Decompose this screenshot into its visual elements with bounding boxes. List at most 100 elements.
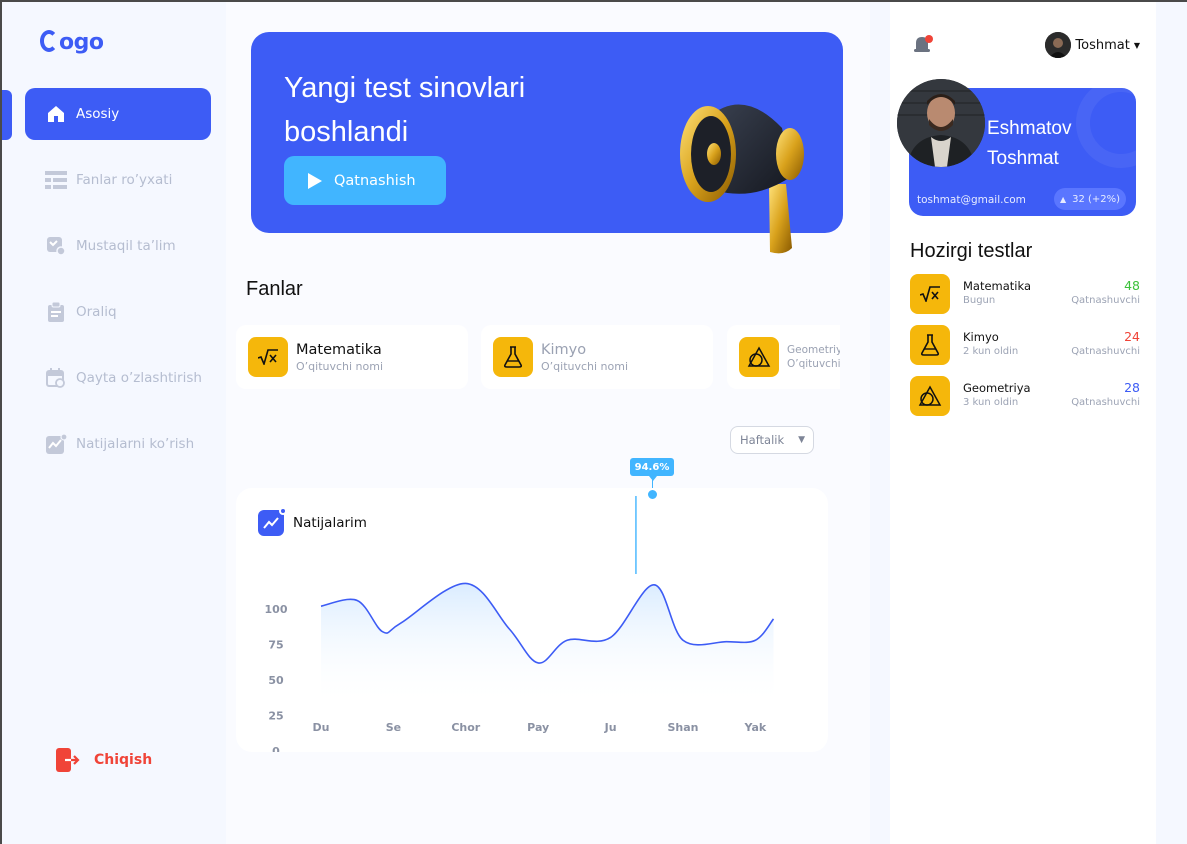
sqrt-icon [248,337,288,377]
clipboard-icon [45,301,67,323]
x-tick-label: Chor [451,721,480,734]
right-panel: Toshmat ▼ Eshmatov Toshmat toshmat@gmail… [890,2,1156,844]
sidebar-item-oraliq[interactable]: Oraliq [25,286,211,338]
subject-card-kimyo[interactable]: Kimyo O’qituvchi nomi [481,325,713,389]
main-content: Yangi test sinovlari boshlandi Qatnashis… [226,2,870,844]
y-tick-label: 100 [265,603,288,616]
y-tick-label: 0 [272,745,280,752]
active-indicator [2,90,12,140]
self-study-icon [45,235,67,257]
calendar-repeat-icon [45,367,67,389]
hero-title: Yangi test sinovlari boshlandi [284,72,526,148]
logo-mark-icon [40,30,58,52]
profile-name: Eshmatov Toshmat [987,114,1071,174]
home-icon [45,103,67,125]
y-tick-label: 75 [268,639,283,652]
logo-text: ogo [59,30,104,55]
test-count-label: Qatnashuvchi [1071,397,1140,408]
profile-score-badge: ▲ 32 (+2%) [1054,188,1126,210]
test-row-kimyo[interactable]: Kimyo 2 kun oldin 24 Qatnashuvchi [910,325,1140,365]
participate-button[interactable]: Qatnashish [284,156,446,205]
sidebar-item-label: Fanlar ro’yxati [76,172,173,188]
results-icon [45,433,67,455]
x-tick-label: Se [386,721,401,734]
subject-name: Kimyo [541,341,587,358]
x-tick-label: Yak [744,721,767,734]
subject-card-geometriya[interactable]: Geometriya O’qituvchi nomi [727,325,840,389]
subject-card-matematika[interactable]: Matematika O’qituvchi nomi [236,325,468,389]
highlight-point[interactable] [646,488,659,501]
user-menu[interactable]: Toshmat ▼ [1045,32,1140,58]
x-tick-label: Pay [527,721,549,734]
chevron-down-icon: ▼ [1133,40,1140,50]
x-tick-label: Shan [667,721,698,734]
sidebar-item-label: Qayta o’zlashtirish [76,370,202,386]
sidebar-item-label: Natijalarni ko’rish [76,436,195,452]
subject-name: Matematika [296,341,382,358]
test-count: 48 [1124,278,1140,293]
sidebar-item-natijalar[interactable]: Natijalarni ko’rish [25,418,211,470]
x-tick-label: Du [313,721,330,734]
test-count-label: Qatnashuvchi [1071,346,1140,357]
chart-tooltip: 94.6% [630,458,674,481]
avatar [1045,32,1072,58]
test-count: 24 [1124,329,1140,344]
profile-avatar [897,79,985,167]
period-select[interactable]: Haftalik ▼ [730,426,814,454]
list-icon [45,169,67,191]
y-tick-label: 25 [268,710,283,723]
x-tick-label: Ju [604,721,617,734]
subject-name: Geometriya [787,344,840,356]
sidebar-nav: Asosiy Fanlar ro’yxati Mustaqil ta’lim O… [25,88,211,484]
arrow-up-icon: ▲ [1059,194,1067,204]
profile-email: toshmat@gmail.com [917,194,1026,206]
username: Toshmat [1075,37,1130,53]
highlight-line-top [652,476,654,488]
logo[interactable]: ogo [40,30,104,55]
participate-button-label: Qatnashish [334,172,416,189]
megaphone-illustration [680,104,804,254]
test-name: Geometriya [963,381,1031,395]
test-date: 2 kun oldin [963,346,1019,357]
logout-icon [56,748,80,772]
geometry-icon [739,337,779,377]
sidebar-item-fanlar[interactable]: Fanlar ro’yxati [25,154,211,206]
profile-first-name: Eshmatov [987,118,1072,139]
period-select-value: Haftalik [740,433,785,447]
sqrt-icon [910,274,950,314]
chevron-down-icon: ▼ [798,435,806,445]
flask-icon [910,325,950,365]
bell-icon[interactable] [912,34,934,56]
flask-icon [493,337,533,377]
test-name: Kimyo [963,330,999,344]
subjects-title: Fanlar [246,278,303,300]
subject-teacher: O’qituvchi nomi [296,359,384,373]
y-tick-label: 50 [268,674,284,687]
sidebar-item-label: Asosiy [76,106,120,122]
sidebar-item-label: Oraliq [76,304,117,320]
test-name: Matematika [963,279,1032,293]
subject-teacher: O’qituvchi nomi [787,358,840,370]
logout-button[interactable]: Chiqish [56,748,152,772]
current-tests-title: Hozirgi testlar [910,240,1033,262]
logout-label: Chiqish [94,752,153,768]
sidebar-item-asosiy[interactable]: Asosiy [25,88,211,140]
sidebar-item-qayta[interactable]: Qayta o’zlashtirish [25,352,211,404]
test-count: 28 [1124,380,1140,395]
profile-last-name: Toshmat [987,148,1059,169]
chart-area-fill [321,583,774,702]
test-count-label: Qatnashuvchi [1071,295,1140,306]
sidebar-item-label: Mustaqil ta’lim [76,238,176,254]
sidebar-item-mustaqil[interactable]: Mustaqil ta’lim [25,220,211,272]
test-date: 3 kun oldin [963,397,1019,408]
geometry-icon [910,376,950,416]
test-row-geometriya[interactable]: Geometriya 3 kun oldin 28 Qatnashuvchi [910,376,1140,416]
sidebar: ogo Asosiy Fanlar ro’yxati Mustaqil ta’l… [2,2,226,844]
profile-score: 32 (+2%) [1072,193,1121,205]
results-chart-card: Natijalarim 0 25 50 75 100 Du Se Chor Pay Ju Shan Y… [236,488,828,752]
results-chart: 0 25 50 75 100 Du Se Chor Pay Ju Shan Yak [265,496,775,752]
subject-teacher: O’qituvchi nomi [541,359,629,373]
play-icon [308,172,322,189]
subjects-carousel: Matematika O’qituvchi nomi Kimyo O’qituv… [236,322,840,392]
test-row-matematika[interactable]: Matematika Bugun 48 Qatnashuvchi [910,274,1140,314]
